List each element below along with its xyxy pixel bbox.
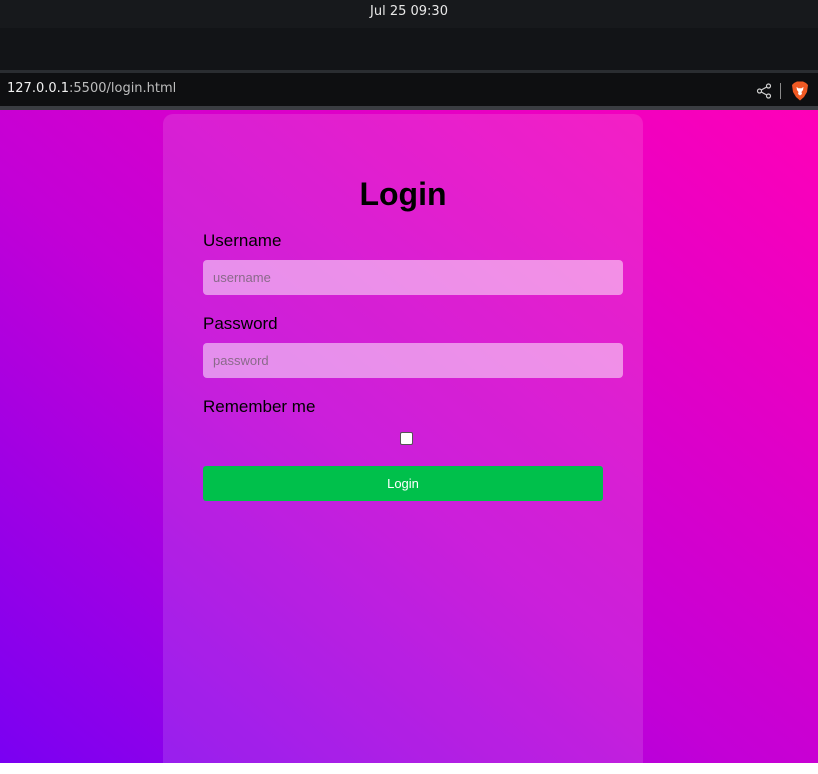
url-text[interactable]: 127.0.0.1:5500/login.html — [7, 81, 176, 96]
system-clock[interactable]: Jul 25 09:30 — [370, 4, 448, 19]
browser-tab-strip — [0, 28, 818, 70]
browser-address-bar[interactable]: 127.0.0.1:5500/login.html — [0, 70, 818, 106]
page-title: Login — [359, 176, 447, 212]
share-icon[interactable] — [756, 83, 772, 99]
system-top-bar: Jul 25 09:30 — [0, 0, 818, 28]
username-label: Username — [203, 231, 282, 250]
brave-lion-icon[interactable] — [791, 81, 809, 101]
password-input[interactable] — [203, 343, 623, 378]
login-button[interactable]: Login — [203, 466, 603, 501]
url-host: 127.0.0.1 — [7, 81, 70, 96]
login-card: Login Username Password Remember me Logi… — [163, 114, 643, 774]
username-input[interactable] — [203, 260, 623, 295]
page-viewport: Login Username Password Remember me Logi… — [0, 106, 818, 774]
url-path: :5500/login.html — [69, 81, 177, 96]
password-label: Password — [203, 314, 278, 333]
remember-me-checkbox[interactable] — [400, 432, 413, 445]
remember-me-label: Remember me — [203, 397, 316, 416]
toolbar-divider — [780, 83, 781, 99]
